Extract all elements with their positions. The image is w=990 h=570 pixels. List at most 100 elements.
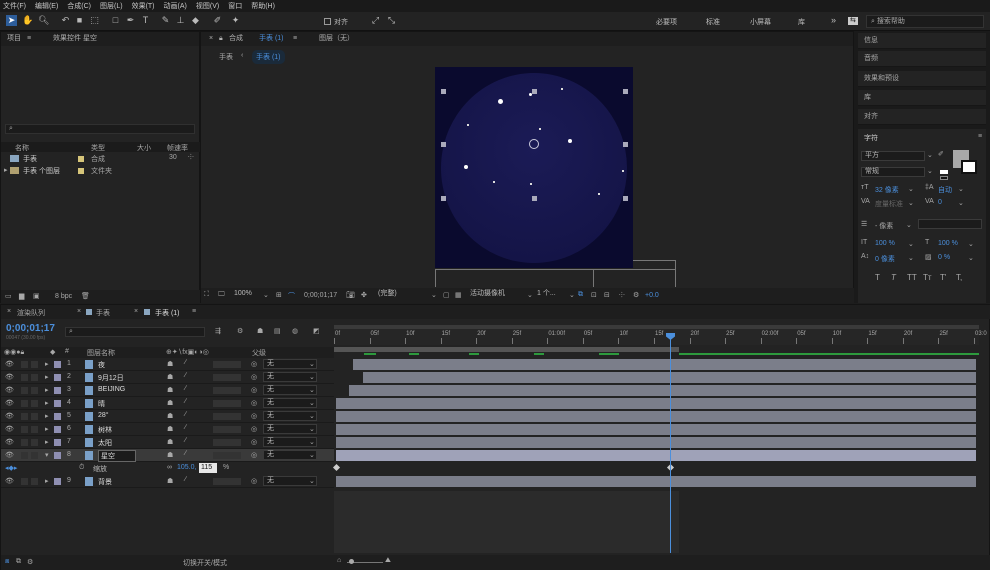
column-size[interactable]: 大小 [137, 143, 151, 153]
eyedropper-icon[interactable]: ✐ [938, 150, 944, 158]
lock-toggle[interactable] [31, 361, 38, 368]
hand-tool-icon[interactable]: ✋ [22, 15, 33, 26]
expand-arrow-icon[interactable]: ▸ [45, 386, 49, 394]
timeline-icon[interactable]: ⊡ [591, 291, 597, 299]
libraries-section[interactable]: 库 [858, 90, 986, 106]
in-out-icon[interactable]: ⚙ [27, 558, 33, 566]
shy-switch-icon[interactable]: ☗ [167, 386, 173, 394]
breadcrumb-comp[interactable]: 手表 [219, 52, 233, 62]
close-icon[interactable]: × [134, 308, 138, 315]
label-color-swatch[interactable] [54, 413, 61, 420]
tab-layer[interactable]: 图层（无） [319, 32, 354, 46]
brush-tool-icon[interactable]: ✎ [160, 15, 171, 26]
frame-blending-icon[interactable]: ▤ [274, 327, 281, 335]
new-folder-icon[interactable]: ▆ [19, 292, 24, 300]
work-area-bar[interactable] [334, 325, 979, 329]
solo-toggle[interactable] [21, 452, 28, 459]
lock-icon[interactable]: 🔒︎ [219, 32, 223, 46]
work-area-range[interactable] [334, 347, 679, 352]
eye-icon[interactable]: 👁︎ [5, 412, 14, 420]
layer-duration-bar[interactable] [336, 450, 976, 461]
camera-tool-icon[interactable]: ■ [74, 15, 85, 26]
layer-row[interactable]: 👁︎ ▸ 7 太阳 ☗ ∕ ◎ 无 ⌄ [1, 436, 990, 449]
layer-switches[interactable] [213, 426, 241, 433]
lock-toggle[interactable] [31, 413, 38, 420]
layer-switches[interactable] [213, 374, 241, 381]
layer-switches[interactable] [213, 452, 241, 459]
layer-switches[interactable] [213, 387, 241, 394]
menu-help[interactable]: 帮助(H) [251, 1, 275, 11]
label-color-swatch[interactable] [54, 400, 61, 407]
transparency-grid-icon[interactable]: ▦ [455, 291, 462, 299]
zoom-out-icon[interactable]: ⌂ [337, 557, 341, 564]
align-checkbox[interactable] [324, 18, 331, 25]
transform-handle[interactable] [441, 89, 446, 94]
chevron-down-icon[interactable]: ⌄ [309, 386, 315, 394]
transform-handle[interactable] [623, 89, 628, 94]
close-icon[interactable]: × [77, 308, 81, 315]
layer-name[interactable]: 背景 [98, 477, 112, 487]
shy-switch-icon[interactable]: ☗ [167, 373, 173, 381]
menu-view[interactable]: 视图(V) [196, 1, 219, 11]
expand-arrow-icon[interactable]: ▸ [45, 360, 49, 368]
layer-duration-bar[interactable] [336, 476, 976, 487]
chevron-down-icon[interactable]: ⌄ [309, 360, 315, 368]
layer-duration-bar[interactable] [336, 411, 976, 422]
close-icon[interactable]: × [209, 32, 213, 46]
layer-switches[interactable] [213, 400, 241, 407]
scale-x-value[interactable]: 105.0, [177, 464, 196, 471]
workspace-library[interactable]: 库 [798, 17, 805, 27]
superscript-button[interactable]: T' [940, 273, 946, 282]
transform-handle[interactable] [532, 196, 537, 201]
chevron-down-icon[interactable]: ⌄ [527, 291, 533, 299]
keyframe-icon[interactable] [332, 463, 341, 472]
lock-toggle[interactable] [31, 426, 38, 433]
faux-italic-button[interactable]: T [891, 273, 896, 282]
chevron-down-icon[interactable]: ⌄ [309, 373, 315, 381]
tracking-value[interactable]: 0 [938, 199, 942, 206]
menu-edit[interactable]: 编辑(E) [35, 1, 58, 11]
eye-icon[interactable]: 👁︎ [5, 360, 14, 368]
comp-mini-flowchart-icon[interactable]: ⇶ [215, 327, 221, 335]
puppet-tool-icon[interactable]: ✦ [230, 15, 241, 26]
quality-switch-icon[interactable]: ∕ [185, 450, 186, 457]
delete-icon[interactable]: 🗑︎ [81, 292, 90, 300]
motion-blur-icon[interactable]: ◍ [292, 327, 298, 335]
eraser-tool-icon[interactable]: ◆ [190, 15, 201, 26]
menu-effect[interactable]: 效果(T) [132, 1, 155, 11]
horizontal-scale-value[interactable]: 100 % [938, 240, 958, 247]
layer-row[interactable]: 👁︎ ▸ 5 28° ☗ ∕ ◎ 无 ⌄ [1, 410, 990, 423]
eye-icon[interactable]: 👁︎ [5, 477, 14, 485]
pan-behind-tool-icon[interactable]: ⬚ [89, 15, 100, 26]
layer-row[interactable]: 👁︎ ▾ 8 星空 ☗ ∕ ◎ 无 ⌄ [1, 449, 990, 462]
lock-toggle[interactable] [31, 478, 38, 485]
layer-name[interactable]: BEIJING [98, 386, 125, 393]
layer-row[interactable]: 👁︎ ▸ 9 背景 ☗ ∕ ◎ 无 ⌄ [1, 475, 990, 488]
exposure-value[interactable]: +0.0 [645, 292, 659, 299]
menu-composition[interactable]: 合成(C) [67, 1, 91, 11]
tab-comp-watch-1[interactable]: 手表 (1) [155, 308, 180, 318]
tsume-value[interactable]: 0 % [938, 254, 950, 261]
project-item[interactable]: 手表 合成 30 ⸭ [1, 153, 201, 164]
solo-toggle[interactable] [21, 439, 28, 446]
stamp-tool-icon[interactable]: ⊥ [175, 15, 186, 26]
keyframe-nav-icon[interactable]: ◂◆▸ [5, 464, 17, 472]
anchor-point-icon[interactable] [529, 139, 539, 149]
solo-toggle[interactable] [21, 400, 28, 407]
show-channel-icon[interactable]: ✤ [361, 291, 367, 299]
layer-search-input[interactable]: ⌕ [65, 327, 205, 337]
pickwhip-icon[interactable]: ◎ [251, 386, 257, 394]
eye-icon[interactable]: 👁︎ [5, 438, 14, 446]
stopwatch-icon[interactable]: ⏱ [79, 464, 84, 472]
lock-toggle[interactable] [31, 400, 38, 407]
snap-options-icon[interactable]: ⤡ [386, 15, 397, 26]
column-layer-name[interactable]: 图层名称 [87, 348, 115, 358]
chevron-down-icon[interactable]: ⌄ [569, 291, 575, 299]
stroke-color-swatch[interactable] [961, 160, 977, 174]
solo-toggle[interactable] [21, 426, 28, 433]
layer-name[interactable]: 太阳 [98, 438, 112, 448]
quality-switch-icon[interactable]: ∕ [185, 411, 186, 418]
draft-3d-icon[interactable]: ⚙ [237, 327, 243, 335]
pickwhip-icon[interactable]: ◎ [251, 373, 257, 381]
layer-switches[interactable] [213, 439, 241, 446]
